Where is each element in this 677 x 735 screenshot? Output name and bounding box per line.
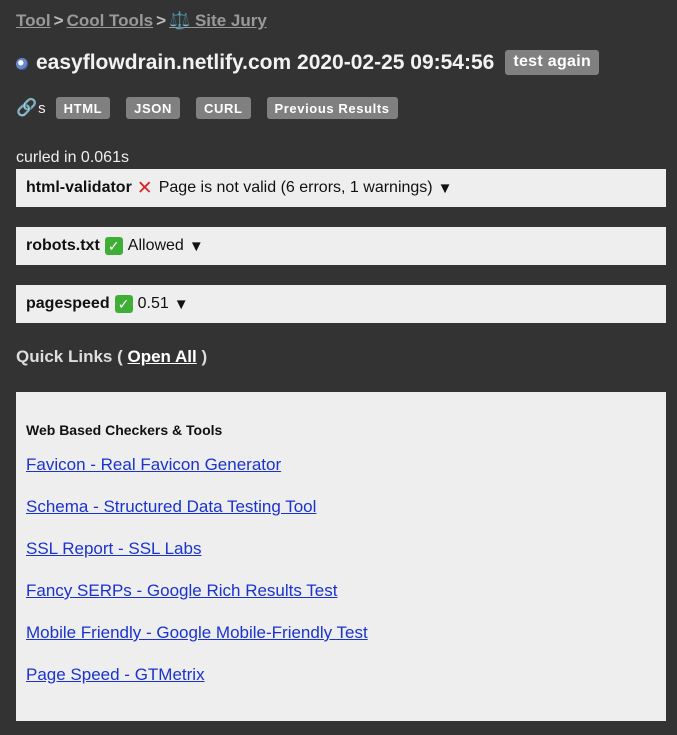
quick-links-heading: Quick Links ( Open All ): [16, 347, 207, 367]
breadcrumb-site-jury-link[interactable]: ⚖️ Site Jury: [169, 11, 267, 30]
result-name: robots.txt: [26, 237, 100, 254]
schema-link[interactable]: Schema - Structured Data Testing Tool: [26, 496, 316, 518]
page-title-row: easyflowdrain.netlify.com 2020-02-25 09:…: [16, 50, 600, 75]
tools-panel: Web Based Checkers & Tools Favicon - Rea…: [16, 392, 666, 721]
html-button[interactable]: HTML: [55, 97, 111, 119]
fancy-serps-link[interactable]: Fancy SERPs - Google Rich Results Test: [26, 580, 337, 602]
expand-triangle-icon[interactable]: ▼: [189, 238, 204, 255]
result-robots-txt[interactable]: robots.txt ✓ Allowed ▼: [16, 227, 666, 265]
quick-links-close: ): [201, 347, 208, 366]
result-pagespeed[interactable]: pagespeed ✓ 0.51 ▼: [16, 285, 666, 323]
breadcrumb-separator: >: [156, 11, 167, 30]
export-links-row: 🔗 s HTML JSON CURL Previous Results: [16, 97, 414, 119]
result-text: Page is not valid (6 errors, 1 warnings): [158, 179, 433, 196]
scale-icon: ⚖️: [169, 11, 191, 30]
json-button[interactable]: JSON: [126, 97, 180, 119]
breadcrumb-tool-link[interactable]: Tool: [16, 11, 51, 30]
globe-icon: [16, 57, 28, 70]
previous-results-button[interactable]: Previous Results: [266, 97, 398, 119]
ssl-report-link[interactable]: SSL Report - SSL Labs: [26, 538, 201, 560]
breadcrumb: Tool > Cool Tools > ⚖️ Site Jury: [16, 11, 267, 31]
expand-triangle-icon[interactable]: ▼: [438, 180, 453, 197]
tools-heading: Web Based Checkers & Tools: [26, 422, 223, 438]
open-all-link[interactable]: Open All: [127, 347, 196, 366]
result-name: pagespeed: [26, 295, 110, 312]
curl-button[interactable]: CURL: [195, 97, 251, 119]
mobile-friendly-link[interactable]: Mobile Friendly - Google Mobile-Friendly…: [26, 622, 368, 644]
result-html-validator[interactable]: html-validator ✕ Page is not valid (6 er…: [16, 169, 666, 207]
curl-timing: curled in 0.061s: [16, 149, 129, 166]
expand-triangle-icon[interactable]: ▼: [174, 296, 189, 313]
breadcrumb-separator: >: [53, 11, 64, 30]
result-name: html-validator: [26, 179, 132, 196]
page-speed-link[interactable]: Page Speed - GTMetrix: [26, 664, 205, 686]
link-icon: 🔗: [16, 98, 38, 117]
page-title: easyflowdrain.netlify.com 2020-02-25 09:…: [36, 50, 495, 74]
links-suffix: s: [38, 99, 46, 117]
check-icon: ✓: [114, 295, 133, 313]
test-again-button[interactable]: test again: [505, 50, 600, 75]
breadcrumb-cool-tools-link[interactable]: Cool Tools: [67, 11, 154, 30]
check-icon: ✓: [104, 237, 123, 255]
favicon-link[interactable]: Favicon - Real Favicon Generator: [26, 454, 281, 476]
result-text: 0.51: [137, 295, 169, 312]
cross-icon: ✕: [136, 177, 153, 199]
quick-links-label: Quick Links (: [16, 347, 123, 366]
breadcrumb-site-jury-label: Site Jury: [194, 11, 267, 30]
result-text: Allowed: [127, 237, 184, 254]
